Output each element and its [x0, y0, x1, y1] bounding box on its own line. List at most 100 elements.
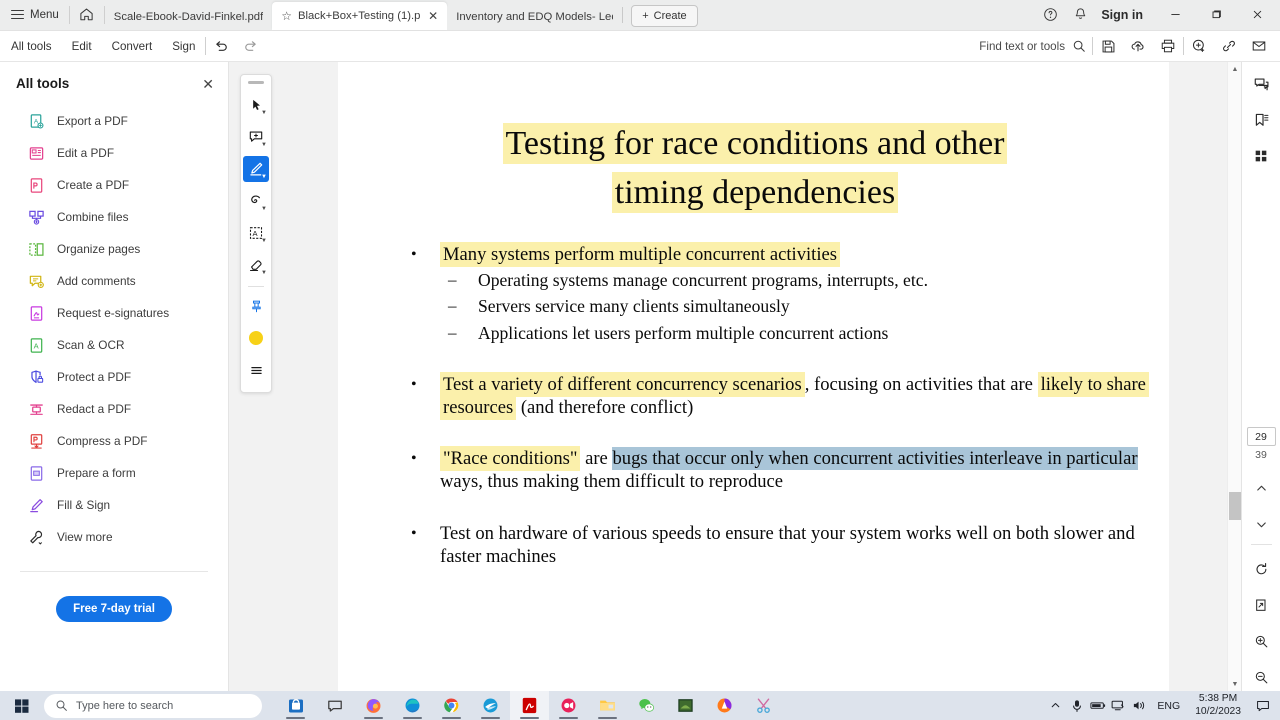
color-swatch-button[interactable] [243, 325, 269, 351]
tool-item-organize-pages[interactable]: Organize pages [0, 233, 228, 265]
bullet-dot: • [411, 449, 417, 467]
zoom-out-button[interactable] [1247, 663, 1275, 691]
next-page-button[interactable] [1247, 510, 1275, 538]
menu-button[interactable]: Menu [0, 0, 69, 30]
tray-overflow-button[interactable] [1046, 691, 1065, 720]
tab-black-box-testing[interactable]: ☆ Black+Box+Testing (1).p.. ✕ [272, 2, 448, 30]
taskbar-teal-app-icon[interactable] [471, 691, 510, 720]
highlight-tool-button[interactable]: ▼ [243, 156, 269, 182]
notification-center-button[interactable] [1250, 691, 1276, 720]
tool-item-export-a-pdf[interactable]: A Export a PDF [0, 105, 228, 137]
scroll-up-icon[interactable]: ▲ [1228, 62, 1242, 76]
notifications-button[interactable] [1065, 0, 1095, 30]
taskbar-adobe-acrobat-icon[interactable] [510, 691, 549, 720]
email-button[interactable] [1244, 31, 1274, 62]
maximize-button[interactable] [1196, 0, 1237, 30]
pin-stamp-tool-button[interactable] [243, 293, 269, 319]
tool-item-add-comments[interactable]: Add comments [0, 265, 228, 297]
tool-item-combine-files[interactable]: Combine files [0, 201, 228, 233]
add-stamp-icon [1192, 39, 1205, 53]
eraser-tool-button[interactable]: ▼ [243, 252, 269, 278]
scroll-down-icon[interactable]: ▼ [1228, 677, 1242, 691]
more-options-button[interactable] [243, 357, 269, 383]
toolbar-item-edit[interactable]: Edit [62, 31, 102, 62]
tab-inventory-edq[interactable]: Inventory and EDQ Models- Lect.. [447, 4, 623, 30]
tool-item-create-a-pdf[interactable]: Create a PDF [0, 169, 228, 201]
tool-item-request-e-signatures[interactable]: Request e-signatures [0, 297, 228, 329]
undo-button[interactable] [206, 31, 236, 62]
tool-item-scan-and-ocr[interactable]: A Scan & OCR [0, 329, 228, 361]
tool-label: Export a PDF [57, 114, 128, 128]
tool-item-view-more[interactable]: View more [0, 521, 228, 553]
add-text-box-tool-button[interactable]: A ▼ [243, 220, 269, 246]
tool-item-protect-a-pdf[interactable]: Protect a PDF [0, 361, 228, 393]
help-button[interactable] [1035, 0, 1065, 30]
home-icon [80, 8, 93, 21]
taskbar-google-chrome-icon[interactable] [432, 691, 471, 720]
minimize-button[interactable] [1155, 0, 1196, 30]
scrollbar-thumb[interactable] [1229, 492, 1241, 520]
home-button[interactable] [70, 0, 104, 30]
previous-page-button[interactable] [1247, 474, 1275, 502]
create-button[interactable]: + Create [631, 5, 698, 27]
tool-item-fill-and-sign[interactable]: Fill & Sign [0, 489, 228, 521]
toolbar-item-all-tools[interactable]: All tools [0, 31, 62, 62]
find-text-or-tools[interactable]: Find text or tools [979, 39, 1092, 53]
maximize-icon [1212, 10, 1221, 19]
bookmarks-panel-button[interactable] [1247, 106, 1275, 134]
compress-pdf-icon [28, 433, 45, 450]
print-button[interactable] [1153, 31, 1183, 62]
taskbar-green-app-icon[interactable] [666, 691, 705, 720]
page-thumbnails-button[interactable] [1247, 142, 1275, 170]
tool-item-compress-a-pdf[interactable]: Compress a PDF [0, 425, 228, 457]
add-stamp-button[interactable] [1184, 31, 1214, 62]
upload-to-cloud-button[interactable] [1123, 31, 1153, 62]
tool-item-redact-a-pdf[interactable]: Redact a PDF [0, 393, 228, 425]
taskbar-microsoft-edge-icon[interactable] [393, 691, 432, 720]
rotate-page-button[interactable] [1247, 555, 1275, 583]
toolbar-item-convert[interactable]: Convert [102, 31, 163, 62]
battery-status[interactable] [1088, 691, 1107, 720]
taskbar-clock[interactable]: 5:38 PM 10/2/2023 [1188, 693, 1248, 719]
current-page-input[interactable]: 29 [1246, 427, 1276, 446]
network-status[interactable] [1109, 691, 1128, 720]
toolbar-right-group: Find text or tools [979, 31, 1280, 62]
zoom-in-button[interactable] [1247, 627, 1275, 655]
toolbar-item-sign[interactable]: Sign [162, 31, 205, 62]
tool-label: Protect a PDF [57, 370, 132, 384]
document-scrollbar[interactable]: ▲ ▼ [1227, 62, 1241, 691]
star-icon[interactable]: ☆ [281, 9, 292, 23]
tool-item-edit-a-pdf[interactable]: Edit a PDF [0, 137, 228, 169]
tab-scale-ebook[interactable]: Scale-Ebook-David-Finkel.pdf [104, 4, 273, 30]
tool-item-prepare-a-form[interactable]: Prepare a form [0, 457, 228, 489]
close-panel-icon[interactable]: ✕ [202, 77, 214, 91]
taskbar-screen-recorder-icon[interactable] [549, 691, 588, 720]
taskbar-wechat-icon[interactable] [627, 691, 666, 720]
start-button[interactable] [0, 691, 44, 720]
input-language-indicator[interactable]: ENG [1151, 700, 1186, 712]
taskbar-file-explorer-icon[interactable] [588, 691, 627, 720]
taskbar-chat-icon[interactable] [315, 691, 354, 720]
comments-panel-button[interactable] [1247, 70, 1275, 98]
add-comment-tool-button[interactable]: ▼ [243, 124, 269, 150]
share-link-button[interactable] [1214, 31, 1244, 62]
taskbar-firefox-icon[interactable] [354, 691, 393, 720]
print-icon [1161, 39, 1175, 53]
tab-close-icon[interactable]: ✕ [428, 10, 438, 22]
select-tool-button[interactable]: ▼ [243, 92, 269, 118]
free-trial-button[interactable]: Free 7-day trial [56, 596, 172, 622]
volume-status[interactable] [1130, 691, 1149, 720]
save-button[interactable] [1093, 31, 1123, 62]
taskbar-search-input[interactable]: Type here to search [44, 693, 262, 718]
taskbar-avast-browser-icon[interactable] [705, 691, 744, 720]
toolbar-drag-handle[interactable] [248, 81, 264, 84]
document-viewport[interactable]: Testing for race conditions and other ti… [338, 62, 1241, 691]
fit-page-button[interactable] [1247, 591, 1275, 619]
redo-button[interactable] [236, 31, 266, 62]
taskbar-microsoft-store-icon[interactable] [276, 691, 315, 720]
sign-in-button[interactable]: Sign in [1095, 8, 1155, 22]
taskbar-snipping-tool-icon[interactable] [744, 691, 783, 720]
freehand-draw-tool-button[interactable]: ▼ [243, 188, 269, 214]
close-window-button[interactable] [1237, 0, 1278, 30]
microphone-status[interactable] [1067, 691, 1086, 720]
